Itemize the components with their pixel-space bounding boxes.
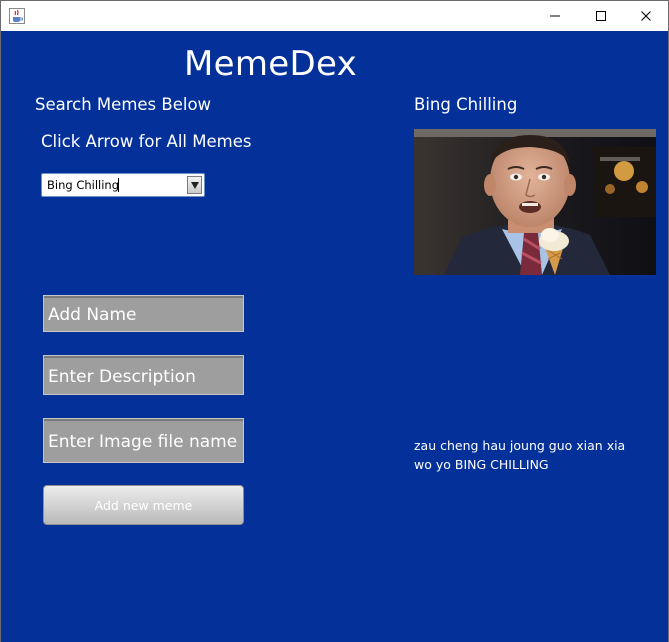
preview-meme-description: zau cheng hau joung guo xian xia wo yo B… [414, 438, 626, 472]
name-field-text: Add Name [48, 305, 137, 325]
minimize-button[interactable] [532, 1, 578, 31]
minimize-icon [550, 15, 560, 17]
app-window: MemeDex Search Memes Below Click Arrow f… [0, 0, 669, 642]
close-icon [641, 11, 651, 21]
description-field-text: Enter Description [48, 367, 196, 387]
title-bar[interactable] [1, 1, 668, 31]
preview-meme-name: Bing Chilling [414, 95, 518, 114]
chevron-down-icon [190, 181, 199, 189]
maximize-button[interactable] [578, 1, 624, 31]
search-label: Search Memes Below [35, 95, 212, 114]
add-meme-button-label: Add new meme [94, 497, 193, 513]
app-title: MemeDex [184, 44, 358, 84]
close-button[interactable] [623, 1, 669, 31]
add-meme-button[interactable]: Add new meme [43, 485, 244, 525]
maximize-icon [596, 11, 606, 21]
meme-select-value: Bing Chilling [47, 178, 120, 192]
image-filename-field-text: Enter Image file name [48, 432, 238, 452]
meme-select-dropdown[interactable]: Bing Chilling [41, 173, 205, 197]
image-filename-field[interactable]: Enter Image file name [43, 418, 244, 463]
name-field[interactable]: Add Name [43, 295, 244, 332]
dropdown-arrow-button[interactable] [187, 176, 202, 194]
arrow-hint-label: Click Arrow for All Memes [41, 132, 252, 151]
text-cursor [118, 178, 119, 192]
meme-image [414, 129, 656, 275]
main-panel: MemeDex Search Memes Below Click Arrow f… [1, 31, 668, 642]
description-field[interactable]: Enter Description [43, 355, 244, 395]
java-cup-icon [9, 8, 25, 24]
